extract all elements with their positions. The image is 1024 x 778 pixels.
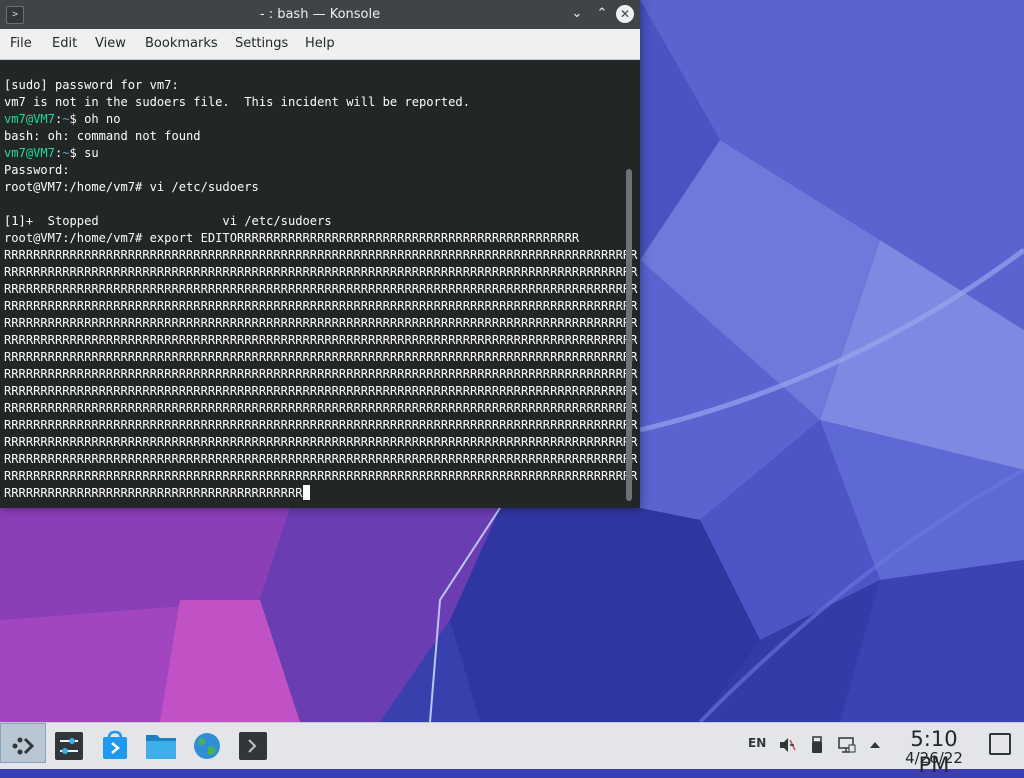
menu-settings[interactable]: Settings [235,29,288,59]
terminal-line: Password: [4,163,70,177]
terminal-line: RRRRRRRRRRRRRRRRRRRRRRRRRRRRRRRRRRRRRRRR… [4,265,638,279]
maximize-button[interactable]: ⌃ [593,5,611,23]
volume-muted-icon[interactable] [778,736,796,754]
prompt-symbol: $ [69,112,85,126]
network-icon[interactable] [838,736,856,754]
terminal-line: RRRRRRRRRRRRRRRRRRRRRRRRRRRRRRRRRRRRRRRR… [4,469,638,483]
terminal-line: RRRRRRRRRRRRRRRRRRRRRRRRRRRRRRRRRRRRRRRR… [4,316,638,330]
menu-bookmarks[interactable]: Bookmarks [145,29,218,59]
application-launcher-icon[interactable] [6,729,40,763]
close-button[interactable]: ✕ [616,5,634,23]
terminal-line: RRRRRRRRRRRRRRRRRRRRRRRRRRRRRRRRRRRRRRRR… [4,282,638,296]
terminal-line: root@VM7:/home/vm7# vi /etc/sudoers [4,180,259,194]
terminal-line: RRRRRRRRRRRRRRRRRRRRRRRRRRRRRRRRRRRRRRRR… [4,452,638,466]
terminal-line: RRRRRRRRRRRRRRRRRRRRRRRRRRRRRRRRRRRRRRRR… [4,486,303,500]
terminal-line: root@VM7:/home/vm7# export EDITORRRRRRRR… [4,231,580,245]
terminal-line: RRRRRRRRRRRRRRRRRRRRRRRRRRRRRRRRRRRRRRRR… [4,299,638,313]
web-browser-icon[interactable] [190,729,224,763]
prompt-user: vm7@VM7 [4,146,55,160]
terminal-line: RRRRRRRRRRRRRRRRRRRRRRRRRRRRRRRRRRRRRRRR… [4,384,638,398]
terminal-line: RRRRRRRRRRRRRRRRRRRRRRRRRRRRRRRRRRRRRRRR… [4,367,638,381]
menu-edit[interactable]: Edit [52,29,77,59]
show-desktop-button[interactable] [989,733,1011,755]
terminal-cursor [302,485,310,500]
prompt-user: vm7@VM7 [4,112,55,126]
terminal-line: RRRRRRRRRRRRRRRRRRRRRRRRRRRRRRRRRRRRRRRR… [4,248,638,262]
prompt-symbol: $ [69,146,85,160]
menu-file[interactable]: File [10,29,32,59]
menu-help[interactable]: Help [305,29,335,59]
clock-date[interactable]: 4/26/22 [893,749,975,767]
window-title: - : bash — Konsole [259,7,381,22]
command-text: oh no [84,112,121,126]
terminal-text: [sudo] password for vm7: vm7 is not in t… [4,77,637,502]
terminal-line: [sudo] password for vm7: [4,78,179,92]
menu-view[interactable]: View [95,29,126,59]
prompt-path: ~ [62,112,70,126]
terminal-line: RRRRRRRRRRRRRRRRRRRRRRRRRRRRRRRRRRRRRRRR… [4,333,638,347]
terminal-line: bash: oh: command not found [4,129,201,143]
usb-device-icon[interactable] [808,736,826,754]
keyboard-layout-indicator[interactable]: EN [748,736,766,750]
terminal-output[interactable]: [sudo] password for vm7: vm7 is not in t… [0,60,640,508]
discover-store-icon[interactable] [98,729,132,763]
minimize-button[interactable]: ⌄ [568,5,586,23]
scrollbar-thumb[interactable] [626,169,632,501]
prompt-path: ~ [62,146,70,160]
system-settings-icon[interactable] [52,729,86,763]
terminal-line: RRRRRRRRRRRRRRRRRRRRRRRRRRRRRRRRRRRRRRRR… [4,350,638,364]
terminal-line: vm7 is not in the sudoers file. This inc… [4,95,470,109]
terminal-line: [1]+ Stopped vi /etc/sudoers [4,214,332,228]
taskbar: EN 5:10 PM 4/26/22 [0,722,1024,777]
command-text: su [84,146,99,160]
konsole-window: > - : bash — Konsole ⌄ ⌃ ✕ File Edit Vie… [0,0,640,508]
terminal-line: RRRRRRRRRRRRRRRRRRRRRRRRRRRRRRRRRRRRRRRR… [4,401,638,415]
konsole-icon[interactable] [236,729,270,763]
terminal-line: RRRRRRRRRRRRRRRRRRRRRRRRRRRRRRRRRRRRRRRR… [4,418,638,432]
tray-expand-icon[interactable] [866,736,884,754]
window-titlebar[interactable]: > - : bash — Konsole ⌄ ⌃ ✕ [0,0,640,29]
menu-bar: File Edit View Bookmarks Settings Help [0,29,640,60]
terminal-line: RRRRRRRRRRRRRRRRRRRRRRRRRRRRRRRRRRRRRRRR… [4,435,638,449]
dolphin-file-manager-icon[interactable] [144,729,178,763]
